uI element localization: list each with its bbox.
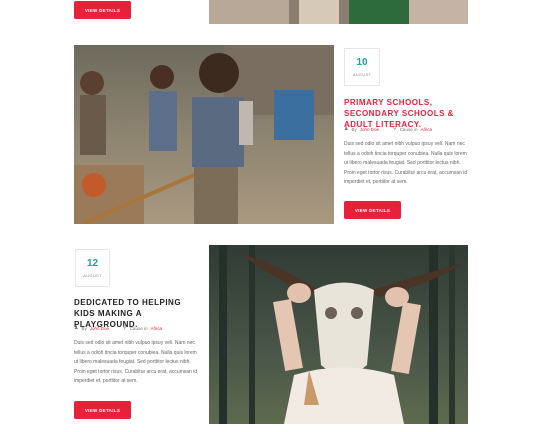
- post-image-children[interactable]: [74, 45, 334, 224]
- post-date-day: 10: [356, 56, 368, 68]
- author-link[interactable]: John Doe: [360, 127, 379, 132]
- cause-link[interactable]: Africa: [150, 326, 162, 331]
- location-icon: ⚲: [123, 325, 127, 331]
- post-date-month: AUGUST: [352, 71, 372, 77]
- post-date-day: 12: [86, 257, 99, 269]
- post-date-month: AUGUST: [83, 272, 102, 278]
- cause-link[interactable]: Africa: [420, 127, 432, 132]
- view-details-button-top[interactable]: VIEW DETAILS: [74, 1, 131, 19]
- post-date-box: 12 AUGUST: [75, 249, 110, 287]
- post-meta: ♟ By John Doe ⚲ Cause in Africa: [74, 325, 162, 331]
- cause-label: Cause in: [129, 325, 148, 331]
- view-details-button[interactable]: VIEW DETAILS: [74, 401, 131, 419]
- post-meta: ♟ By John Doe ⚲ Cause in Africa: [344, 126, 432, 132]
- post-excerpt: Duis sed odio sit amet nibh vulpuo ipsuy…: [344, 141, 468, 185]
- by-label: By: [351, 126, 357, 132]
- top-post-image: [209, 0, 468, 24]
- author-link[interactable]: John Doe: [90, 326, 109, 331]
- location-icon: ⚲: [393, 126, 397, 132]
- user-icon: ♟: [344, 126, 349, 132]
- view-details-button[interactable]: VIEW DETAILS: [344, 201, 401, 219]
- cause-label: Cause in: [399, 126, 418, 132]
- post-image-skull[interactable]: [209, 245, 468, 424]
- by-label: By: [81, 325, 87, 331]
- user-icon: ♟: [74, 325, 79, 331]
- post-excerpt: Duis sed odio sit amet nibh vulpuo ipsuy…: [74, 340, 198, 384]
- post-date-box: 10 AUGUST: [344, 48, 380, 86]
